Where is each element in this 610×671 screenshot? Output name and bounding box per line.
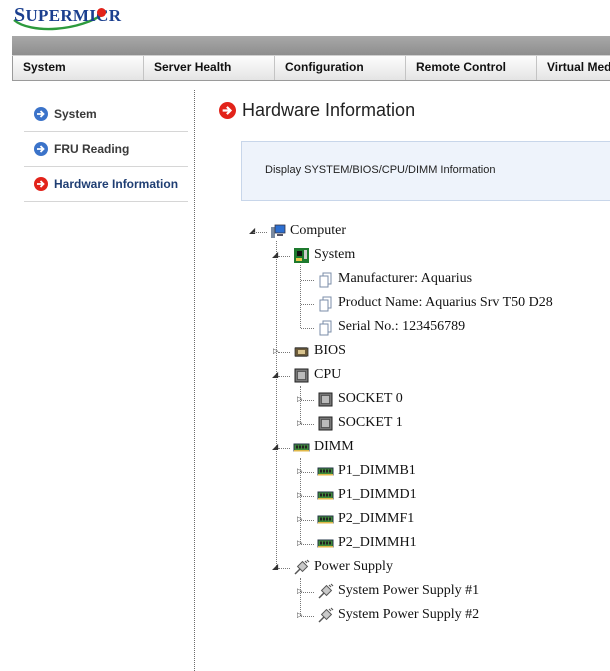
tab-configuration[interactable]: Configuration [274,56,405,80]
motherboard-icon [294,247,309,263]
page-title: Hardware Information [219,100,415,121]
memory-module-icon [317,491,334,499]
tree-node-dimm-item[interactable]: P1_DIMMD1 [317,485,417,505]
tree-node-dimm-item[interactable]: P1_DIMMB1 [317,461,416,481]
tree-node-socket-0[interactable]: SOCKET 0 [317,389,403,409]
tree-node-power-supply-item[interactable]: System Power Supply #2 [317,605,479,625]
bios-chip-icon [294,346,309,357]
sidebar: System FRU Reading Hardware Information [24,97,188,202]
supermicro-logo: SUPERMICR [8,0,122,32]
tab-virtual-media[interactable]: Virtual Med [536,56,610,80]
expand-toggle-icon[interactable]: ◢ [272,251,278,259]
arrow-right-blue-icon [34,107,48,121]
arrow-right-red-icon [219,102,236,119]
sidebar-item-label: System [54,107,97,121]
collapse-toggle-icon[interactable]: ▷ [297,516,302,524]
arrow-right-blue-icon [34,142,48,156]
power-plug-icon [294,559,310,575]
collapse-toggle-icon[interactable]: ▷ [297,612,302,620]
collapse-toggle-icon[interactable]: ▷ [297,420,302,428]
collapse-toggle-icon[interactable]: ▷ [297,492,302,500]
sidebar-item-label: FRU Reading [54,142,130,156]
sidebar-item-hardware-information[interactable]: Hardware Information [24,167,188,202]
logo-dot-icon [97,8,106,17]
tree-node-serial-no[interactable]: Serial No.: 123456789 [317,317,465,337]
tree-node-power-supply-item[interactable]: System Power Supply #1 [317,581,479,601]
tree-node-bios[interactable]: BIOS [293,341,346,361]
tree-node-dimm-item[interactable]: P2_DIMMF1 [317,509,414,529]
sidebar-item-fru-reading[interactable]: FRU Reading [24,132,188,167]
tree-node-product-name[interactable]: Product Name: Aquarius Srv T50 D28 [317,293,553,313]
sidebar-divider [194,90,195,671]
expand-toggle-icon[interactable]: ◢ [272,563,278,571]
header-bar [12,36,610,55]
logo-text: SUPERMICR [14,4,122,26]
cpu-icon [318,416,333,430]
power-plug-icon [318,583,334,599]
collapse-toggle-icon[interactable]: ▷ [297,396,302,404]
description-text: Display SYSTEM/BIOS/CPU/DIMM Information [265,164,496,176]
memory-module-icon [317,515,334,523]
tree-node-manufacturer[interactable]: Manufacturer: Aquarius [317,269,472,289]
computer-icon [271,224,286,238]
arrow-right-red-icon [34,177,48,191]
tree-node-cpu[interactable]: CPU [293,365,341,385]
tree-node-socket-1[interactable]: SOCKET 1 [317,413,403,433]
tree-node-system[interactable]: System [293,245,355,265]
tree-node-computer[interactable]: Computer [269,221,346,241]
memory-module-icon [317,467,334,475]
expand-toggle-icon[interactable]: ◢ [249,227,255,235]
tree-node-dimm-item[interactable]: P2_DIMMH1 [317,533,417,553]
memory-module-icon [317,539,334,547]
tree-node-dimm[interactable]: DIMM [293,437,354,457]
collapse-toggle-icon[interactable]: ▷ [297,468,302,476]
cpu-icon [294,368,309,382]
document-icon [319,320,332,335]
expand-toggle-icon[interactable]: ◢ [272,443,278,451]
expand-toggle-icon[interactable]: ◢ [272,371,278,379]
page-title-text: Hardware Information [242,100,416,120]
tab-server-health[interactable]: Server Health [143,56,274,80]
collapse-toggle-icon[interactable]: ▷ [273,348,278,356]
description-box: Display SYSTEM/BIOS/CPU/DIMM Information [241,141,610,201]
collapse-toggle-icon[interactable]: ▷ [297,588,302,596]
top-nav: System Server Health Configuration Remot… [12,55,610,81]
power-plug-icon [318,607,334,623]
document-icon [319,272,332,287]
document-icon [319,296,332,311]
sidebar-item-label: Hardware Information [54,177,179,191]
memory-module-icon [293,443,310,451]
tab-remote-control[interactable]: Remote Control [405,56,536,80]
sidebar-item-system[interactable]: System [24,97,188,132]
tab-system[interactable]: System [12,56,143,80]
collapse-toggle-icon[interactable]: ▷ [297,540,302,548]
cpu-icon [318,392,333,406]
tree-node-power-supply[interactable]: Power Supply [293,557,393,577]
